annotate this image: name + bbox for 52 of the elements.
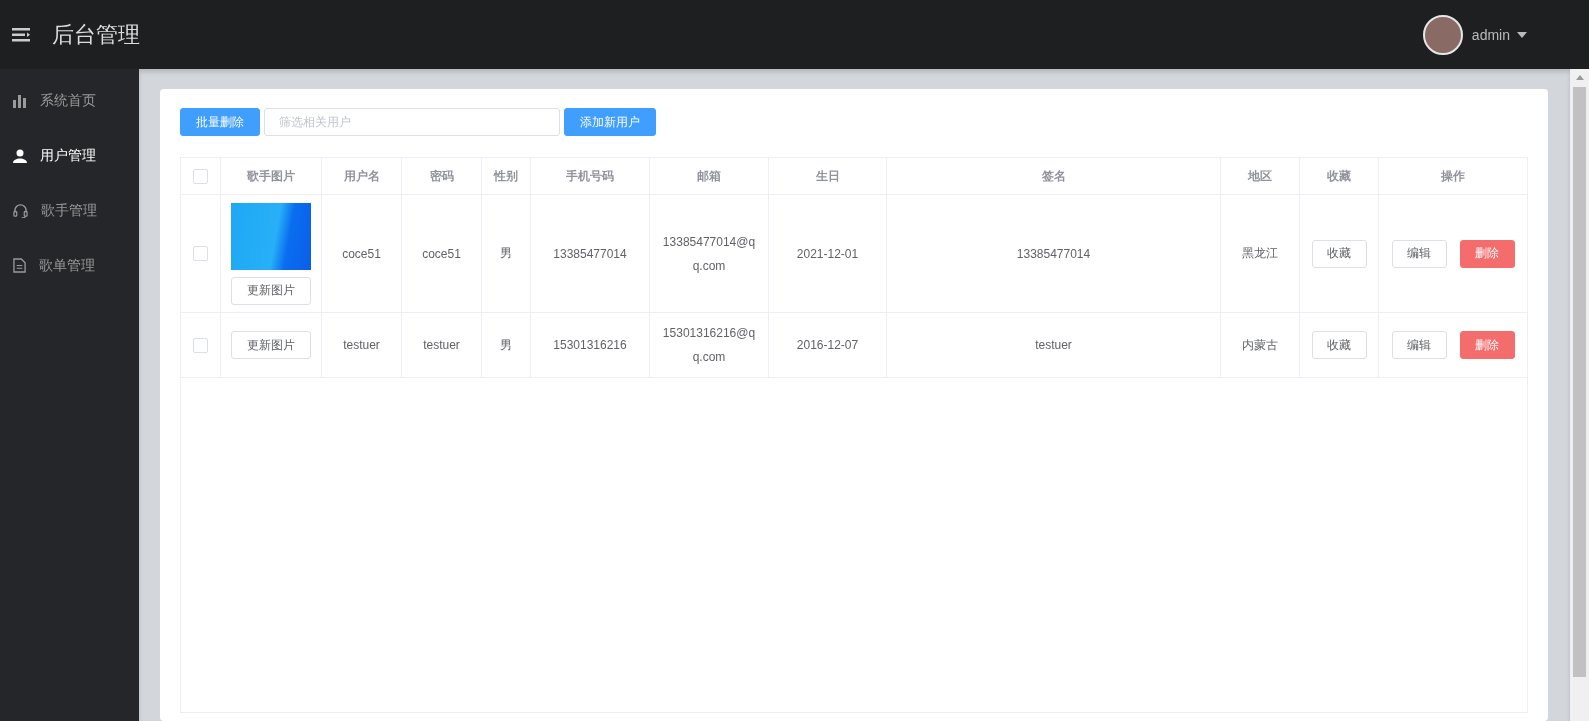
- table-cell: coce51: [342, 246, 381, 261]
- sidebar-item[interactable]: 歌单管理: [0, 238, 139, 293]
- table-cell: 13385477014: [553, 246, 627, 261]
- column-header: 收藏: [1327, 167, 1351, 185]
- menu-icon[interactable]: [12, 27, 30, 42]
- user-name[interactable]: admin: [1471, 26, 1510, 43]
- table-cell-text: 13385477014@qq.com: [661, 233, 757, 275]
- column-header: 用户名: [343, 167, 380, 185]
- update-image-button[interactable]: 更新图片: [231, 276, 311, 305]
- table-cell: 黑龙江: [1242, 245, 1278, 262]
- table-cell: coce51: [422, 246, 461, 261]
- favorite-button[interactable]: 收藏: [1311, 239, 1367, 268]
- user-icon: [13, 148, 27, 163]
- sidebar-item[interactable]: 用户管理: [0, 128, 139, 183]
- app-title: 后台管理: [52, 20, 140, 49]
- column-header: 地区: [1248, 167, 1272, 185]
- column-header: 手机号码: [566, 167, 614, 185]
- table-cell: 男: [500, 245, 512, 262]
- bar-chart-icon: [13, 93, 27, 108]
- scroll-up-icon[interactable]: [1575, 75, 1584, 80]
- table-cell: testuer: [343, 338, 380, 352]
- column-header: 歌手图片: [247, 167, 295, 185]
- table-cell-text: 15301316216@qq.com: [661, 325, 757, 366]
- table-cell: 男: [500, 336, 512, 354]
- scrollbar[interactable]: [1570, 69, 1589, 721]
- column-header: 密码: [429, 167, 454, 185]
- caret-icon[interactable]: [1517, 31, 1527, 38]
- headset-icon: [13, 203, 28, 218]
- row-checkbox[interactable]: [193, 246, 208, 261]
- table-cell: testuer: [1035, 338, 1072, 352]
- table-cell: testuer: [423, 338, 460, 352]
- column-header: 性别: [494, 167, 518, 185]
- table-cell: 内蒙古: [1242, 336, 1278, 354]
- update-image-button[interactable]: 更新图片: [231, 331, 311, 359]
- edit-button[interactable]: 编辑: [1391, 331, 1447, 359]
- table-cell: 15301316216: [553, 338, 627, 352]
- select-all-checkbox[interactable]: [193, 168, 208, 184]
- favorite-button[interactable]: 收藏: [1311, 331, 1367, 359]
- filter-input[interactable]: 筛选相关用户: [264, 108, 560, 136]
- column-header: 邮箱: [697, 167, 721, 185]
- row-checkbox[interactable]: [193, 337, 208, 353]
- column-header: 生日: [815, 167, 840, 185]
- table-cell: 13385477014: [1016, 246, 1091, 261]
- table-cell: 2021-12-01: [796, 246, 859, 261]
- user-avatar[interactable]: [1422, 14, 1463, 55]
- table-cell: 2016-12-07: [796, 338, 859, 352]
- document-icon: [13, 258, 26, 273]
- column-header: 签名: [1041, 167, 1066, 185]
- sidebar-item[interactable]: 系统首页: [0, 73, 139, 128]
- sidebar-item[interactable]: 歌手管理: [0, 183, 139, 238]
- edit-button[interactable]: 编辑: [1391, 239, 1447, 268]
- column-header: 操作: [1441, 167, 1465, 185]
